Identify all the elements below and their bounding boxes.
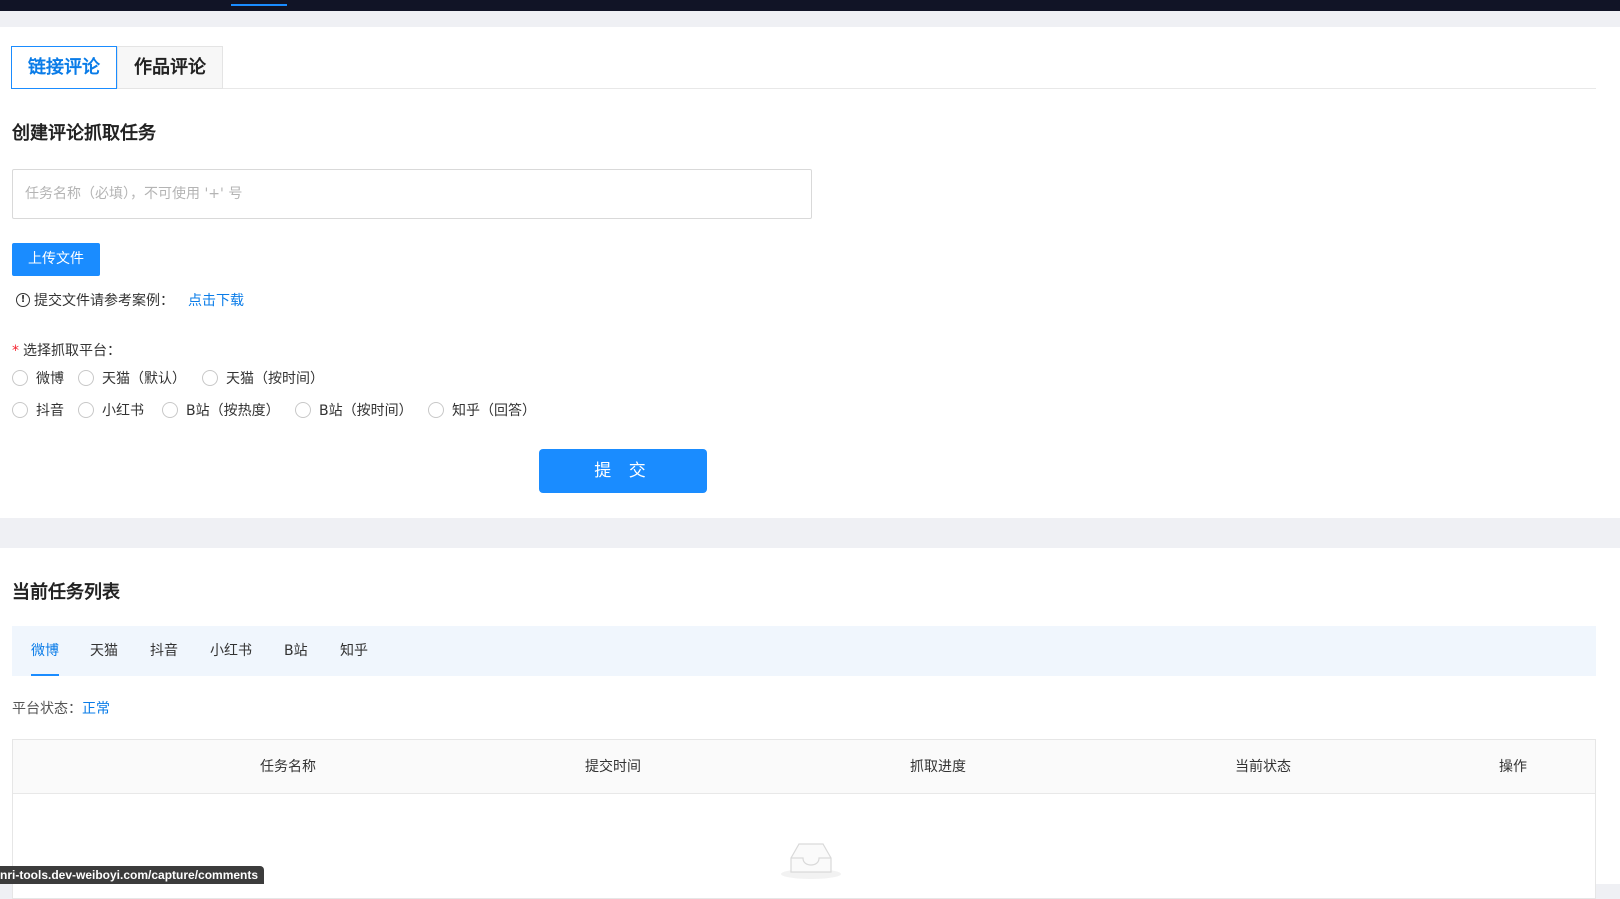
radio-tmall-default[interactable]: 天猫（默认） (78, 368, 186, 388)
tab-zhihu[interactable]: 知乎 (340, 626, 368, 676)
radio-circle[interactable] (78, 370, 94, 386)
radio-label: 小红书 (102, 403, 144, 419)
table-header: 任务名称 提交时间 抓取进度 当前状态 操作 (13, 740, 1595, 794)
submit-button[interactable]: 提 交 (539, 449, 707, 493)
top-nav-bar (0, 0, 1620, 11)
radio-xiaohongshu[interactable]: 小红书 (78, 400, 144, 420)
main-tabs: 链接评论 作品评论 (11, 46, 1596, 89)
status-bar-url: nri-tools.dev-weiboyi.com/capture/commen… (0, 866, 265, 884)
radio-label: 知乎（回答） (452, 403, 536, 419)
task-list-card: 当前任务列表 微博 天猫 抖音 小红书 B站 知乎 平台状态：正常 任务名称 提… (0, 548, 1620, 899)
radio-circle[interactable] (12, 402, 28, 418)
empty-inbox-icon (781, 843, 841, 879)
tab-bilibili[interactable]: B站 (284, 626, 308, 676)
platform-status-label: 平台状态： (12, 701, 82, 717)
radio-label: 天猫（按时间） (226, 371, 324, 387)
required-mark: * (12, 343, 19, 359)
radio-circle[interactable] (78, 402, 94, 418)
platform-label: * 选择抓取平台： (12, 340, 121, 360)
col-progress: 抓取进度 (910, 759, 966, 775)
col-submit-time: 提交时间 (585, 759, 641, 775)
col-task-name: 任务名称 (260, 759, 316, 775)
radio-circle[interactable] (162, 402, 178, 418)
radio-tmall-by-time[interactable]: 天猫（按时间） (202, 368, 324, 388)
radio-label: B站（按热度） (186, 403, 280, 419)
create-task-title: 创建评论抓取任务 (12, 123, 156, 144)
download-example-link[interactable]: 点击下载 (188, 290, 244, 310)
create-task-card: 链接评论 作品评论 创建评论抓取任务 上传文件 ! 提交文件请参考案例： 点击下… (0, 27, 1620, 518)
radio-circle[interactable] (428, 402, 444, 418)
reference-hint: ! 提交文件请参考案例： 点击下载 (16, 290, 244, 310)
radio-circle[interactable] (202, 370, 218, 386)
radio-circle[interactable] (295, 402, 311, 418)
radio-bilibili-time[interactable]: B站（按时间） (295, 400, 413, 420)
platform-tabs: 微博 天猫 抖音 小红书 B站 知乎 (12, 626, 1596, 676)
hint-text: 提交文件请参考案例： (34, 293, 174, 309)
radio-label: 微博 (36, 371, 64, 387)
radio-label: 抖音 (36, 403, 64, 419)
upload-file-button[interactable]: 上传文件 (12, 243, 100, 276)
tab-xiaohongshu[interactable]: 小红书 (210, 626, 252, 676)
platform-status-value: 正常 (82, 701, 110, 717)
tab-tmall[interactable]: 天猫 (90, 626, 118, 676)
radio-zhihu-answers[interactable]: 知乎（回答） (428, 400, 536, 420)
radio-label: B站（按时间） (319, 403, 413, 419)
platform-label-text: 选择抓取平台： (23, 343, 121, 359)
col-actions: 操作 (1499, 759, 1527, 775)
radio-weibo[interactable]: 微博 (12, 368, 64, 388)
task-list-title: 当前任务列表 (12, 582, 120, 603)
col-status: 当前状态 (1235, 759, 1291, 775)
platform-status: 平台状态：正常 (12, 698, 110, 718)
tab-work-comments[interactable]: 作品评论 (117, 46, 223, 89)
info-icon: ! (16, 293, 30, 307)
task-name-input[interactable] (12, 169, 812, 219)
radio-bilibili-hot[interactable]: B站（按热度） (162, 400, 280, 420)
tab-weibo[interactable]: 微博 (31, 626, 59, 676)
radio-circle[interactable] (12, 370, 28, 386)
tab-link-comments[interactable]: 链接评论 (11, 46, 117, 89)
tab-douyin[interactable]: 抖音 (150, 626, 178, 676)
radio-label: 天猫（默认） (102, 371, 186, 387)
nav-active-indicator (231, 4, 287, 6)
radio-douyin[interactable]: 抖音 (12, 400, 64, 420)
